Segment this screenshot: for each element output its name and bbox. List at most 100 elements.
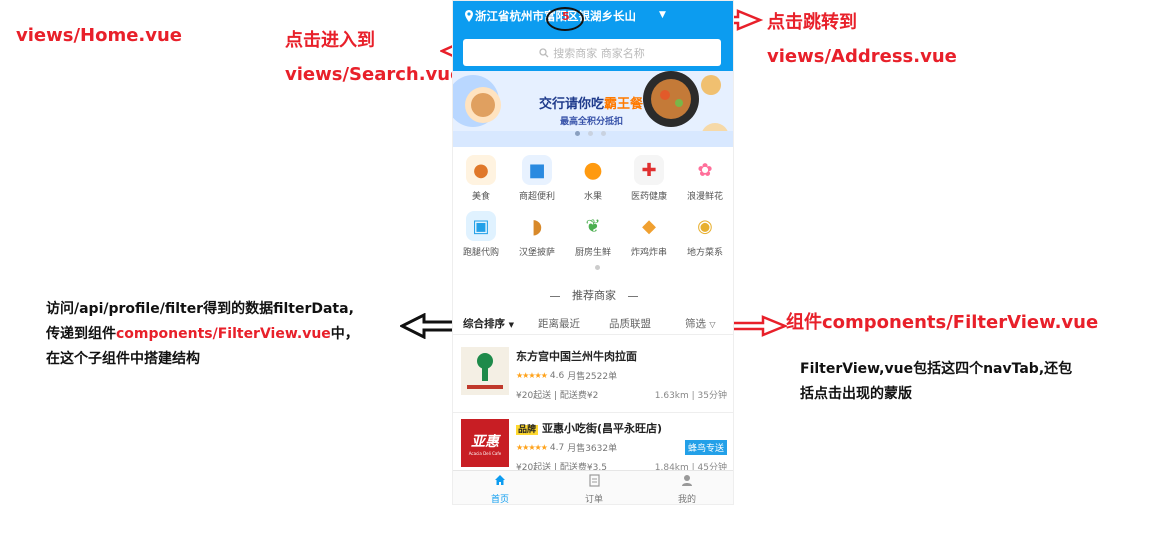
fresh-icon: ❦	[578, 211, 608, 241]
category-label: 商超便利	[518, 192, 555, 202]
shop-rating: ★★★★★ 4.6 月售2522单	[516, 369, 618, 383]
filter-data-line2-component: components/FilterView.vue	[116, 326, 331, 342]
errand-icon: ▣	[466, 211, 496, 241]
home-header: 浙江省杭州市富阳区银湖乡长山 ▼ 5 搜索商家 商家名称	[453, 1, 733, 71]
promo-banner[interactable]: 交行请你吃霸王餐 最高全积分抵扣	[453, 71, 733, 147]
title-divider	[628, 295, 638, 297]
category-item[interactable]: ✚ 医药健康	[621, 155, 677, 202]
tab-profile[interactable]: 我的	[657, 474, 717, 505]
banner-title-pre: 交行请你吃	[539, 97, 605, 112]
category-item[interactable]: ◗ 汉堡披萨	[509, 211, 565, 258]
tab-home[interactable]: 首页	[470, 474, 530, 505]
category-item[interactable]: ◆ 炸鸡炸串	[621, 211, 677, 258]
banner-dot[interactable]	[588, 131, 593, 136]
filter-data-line2: 传递到组件components/FilterView.vue中，	[46, 322, 359, 347]
search-icon	[539, 47, 549, 57]
banner-dot[interactable]	[601, 131, 606, 136]
tab-orders[interactable]: 订单	[564, 474, 624, 505]
filter-tab-label: 品质联盟	[609, 318, 651, 330]
shop-logo: 亚惠 Acacia Deli Cafe	[461, 419, 509, 467]
category-item[interactable]: ● 水果	[565, 155, 621, 202]
filter-nav: 综合排序 ▼ 距离最近 品质联盟 筛选 ▽	[453, 309, 733, 335]
category-item[interactable]: ■ 商超便利	[509, 155, 565, 202]
medicine-icon: ✚	[634, 155, 664, 185]
filterview-component-label: 组件components/FilterView.vue	[786, 312, 1099, 333]
filter-data-line2-post: 中，	[330, 326, 359, 342]
circle-number: 5	[562, 10, 570, 23]
shop-item[interactable]: 东方宫中国兰州牛肉拉面 ★★★★★ 4.6 月售2522单 ¥20起送 | 配送…	[453, 347, 733, 413]
shop-name: 品牌 亚惠小吃街(昌平永旺店)	[516, 420, 662, 436]
burger-icon: ◗	[522, 211, 552, 241]
filter-tab-label: 距离最近	[538, 318, 580, 330]
category-item[interactable]: ▣ 跑腿代购	[453, 211, 509, 258]
home-icon	[495, 475, 505, 485]
tab-label: 首页	[490, 495, 509, 505]
fruit-icon: ●	[578, 155, 608, 185]
home-vue-label: views/Home.vue	[16, 25, 183, 46]
tab-label: 我的	[677, 495, 696, 505]
banner-title: 交行请你吃霸王餐	[539, 93, 643, 112]
tab-label: 订单	[584, 495, 603, 505]
category-item[interactable]: ❦ 厨房生鲜	[565, 211, 621, 258]
filterview-description: FilterView,vue包括这四个navTab,还包 括点击出现的蒙版	[800, 357, 1072, 407]
filter-tab-label: 筛选	[685, 318, 706, 330]
order-icon	[588, 474, 600, 487]
shop-distance: 1.63km | 35分钟	[654, 391, 727, 401]
filter-tab-quality[interactable]: 品质联盟	[609, 316, 651, 331]
food-icon: ●	[466, 155, 496, 185]
cuisine-icon: ◉	[690, 211, 720, 241]
category-item[interactable]: ✿ 浪漫鲜花	[677, 155, 733, 202]
category-label: 水果	[583, 192, 602, 202]
title-divider	[550, 295, 560, 297]
search-input[interactable]: 搜索商家 商家名称	[463, 39, 721, 66]
location-pin-icon	[465, 10, 473, 22]
star-rating-icon: ★★★★★	[516, 443, 548, 452]
shop-fee: ¥20起送 | 配送费¥2	[516, 391, 599, 401]
category-label: 医药健康	[630, 192, 667, 202]
user-icon	[682, 475, 692, 486]
rating-value: 4.6	[549, 370, 565, 381]
filter-icon: ▽	[709, 320, 716, 329]
banner-pagination	[575, 131, 606, 136]
address-annotation-line1: 点击跳转到	[767, 12, 857, 33]
phone-screen: 浙江省杭州市富阳区银湖乡长山 ▼ 5 搜索商家 商家名称 交行请你吃霸王餐 最高…	[452, 0, 734, 505]
category-item[interactable]: ● 美食	[453, 155, 509, 202]
bottom-tab-bar: 首页 订单 我的	[453, 470, 733, 505]
category-label: 炸鸡炸串	[630, 248, 667, 258]
category-item[interactable]: ◉ 地方菜系	[677, 211, 733, 258]
recommend-title: 推荐商家	[453, 287, 733, 303]
search-placeholder: 搜索商家 商家名称	[553, 46, 645, 60]
filter-tab-sort[interactable]: 综合排序 ▼	[463, 316, 514, 331]
shop-name: 东方宫中国兰州牛肉拉面	[516, 350, 637, 363]
category-label: 跑腿代购	[462, 248, 499, 258]
address-annotation-line2: views/Address.vue	[767, 46, 957, 67]
category-pagination-dot[interactable]	[595, 265, 600, 270]
monthly-sales: 月售2522单	[567, 372, 618, 382]
shop-rating: ★★★★★ 4.7 月售3632单	[516, 441, 617, 455]
filterview-description-line2: 括点击出现的蒙版	[800, 386, 912, 402]
shop-logo	[461, 347, 509, 395]
address-dropdown-icon[interactable]: ▼	[659, 10, 666, 20]
brand-badge: 品牌	[516, 425, 539, 435]
delivery-badge: 蜂鸟专送	[684, 440, 727, 455]
star-rating-icon: ★★★★★	[516, 371, 548, 380]
filter-data-line2-pre: 传递到组件	[46, 326, 116, 342]
highlight-circle: 5	[546, 7, 584, 31]
shop-logo-text: 亚惠	[471, 433, 499, 450]
shop-name-text: 亚惠小吃街(昌平永旺店)	[542, 422, 663, 435]
filter-data-annotation: 访问/api/profile/filter得到的数据filterData, 传递…	[46, 297, 359, 372]
supermarket-icon: ■	[522, 155, 552, 185]
category-label: 美食	[471, 192, 490, 202]
banner-dot[interactable]	[575, 131, 580, 136]
flower-icon: ✿	[690, 155, 720, 185]
search-annotation-line2: views/Search.vue	[285, 64, 463, 85]
filter-tab-screen[interactable]: 筛选 ▽	[685, 316, 716, 331]
filter-data-line1: 访问/api/profile/filter得到的数据filterData,	[46, 301, 354, 317]
recommend-title-text: 推荐商家	[572, 289, 616, 302]
filter-tab-label: 综合排序	[463, 318, 505, 330]
filterview-description-line1: FilterView,vue包括这四个navTab,还包	[800, 361, 1073, 377]
filter-tab-distance[interactable]: 距离最近	[538, 316, 580, 331]
banner-title-highlight: 霸王餐	[604, 97, 644, 112]
category-label: 浪漫鲜花	[686, 192, 723, 202]
category-label: 地方菜系	[686, 248, 723, 258]
